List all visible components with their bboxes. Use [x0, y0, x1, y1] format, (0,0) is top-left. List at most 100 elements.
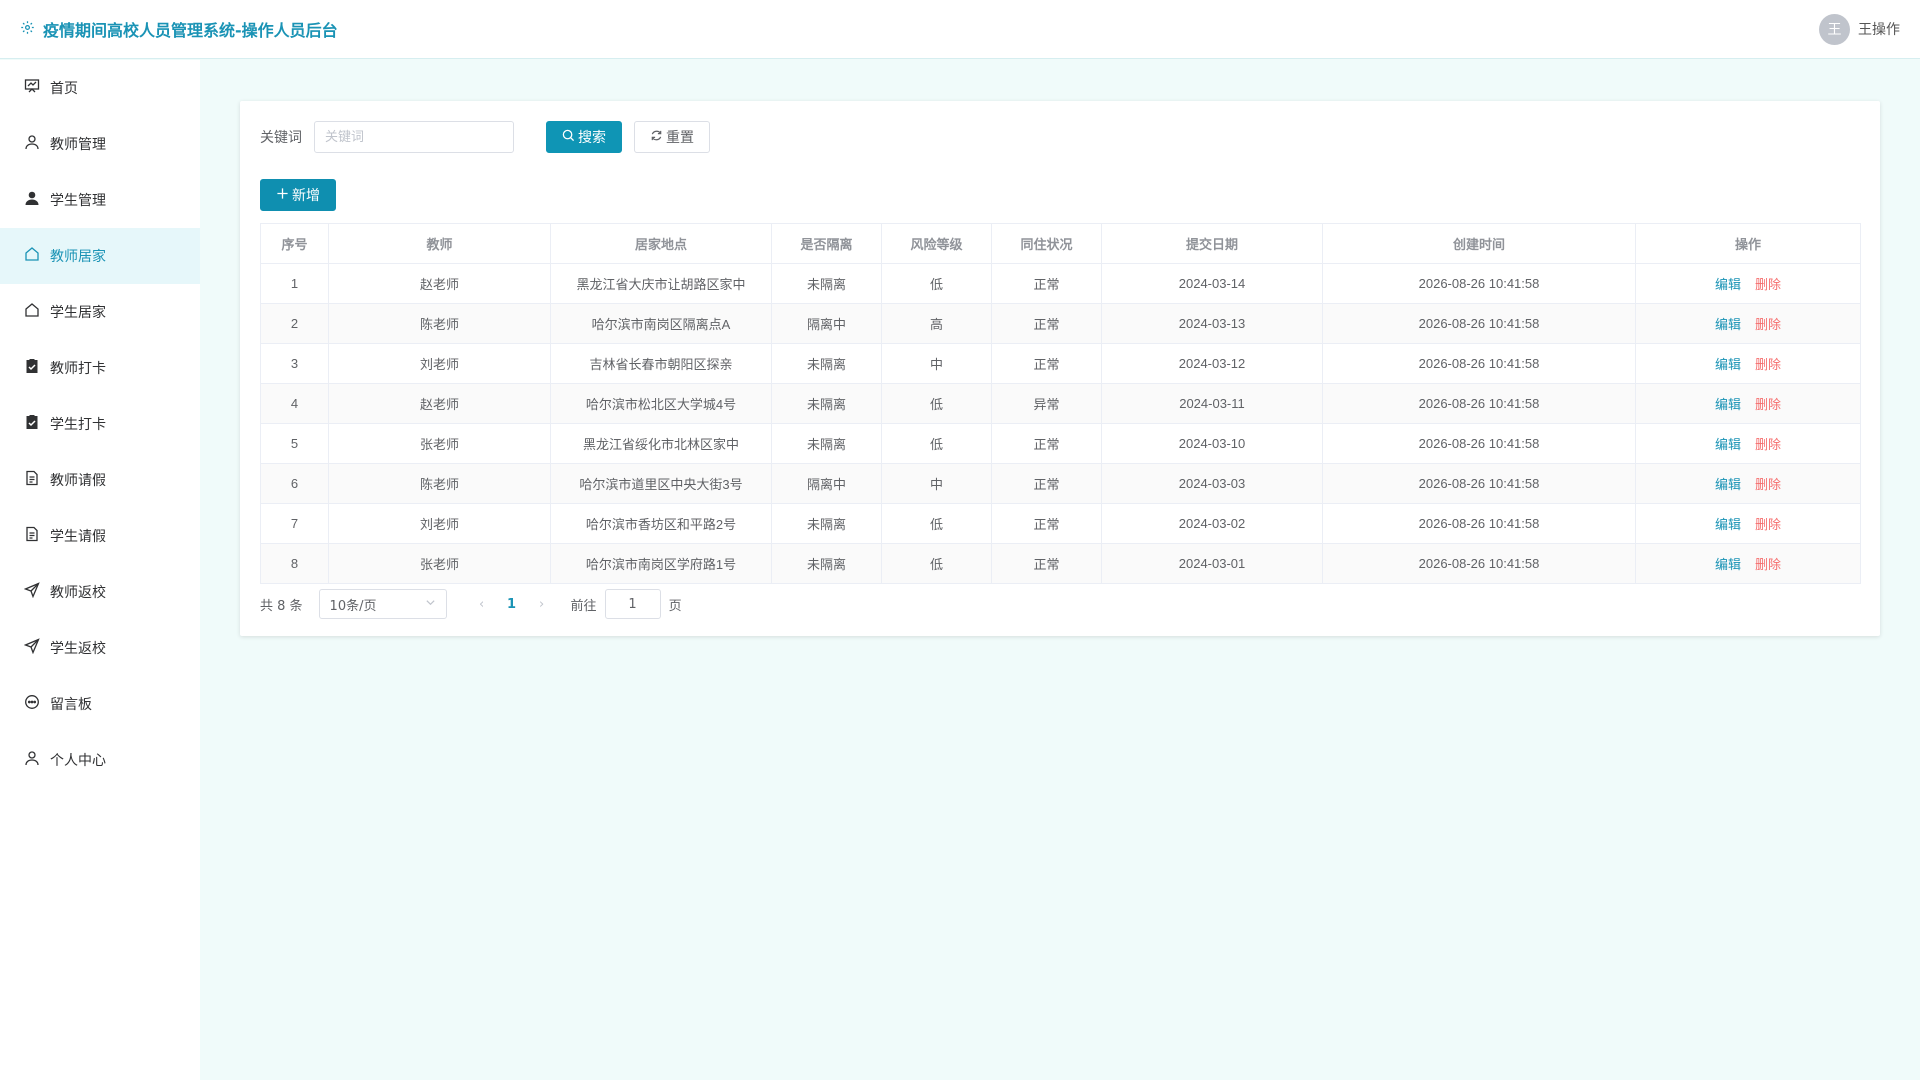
delete-link[interactable]: 删除: [1755, 557, 1781, 572]
cell-risk: 低: [881, 503, 992, 544]
content-card: 关键词 搜索 重置 新增 序号 教师 居家地点: [240, 101, 1880, 636]
cell-teacher: 陈老师: [328, 303, 551, 344]
cell-cohabit: 正常: [991, 503, 1102, 544]
sidebar: 首页 教师管理 学生管理 教师居家 学生居家 教师打卡 学生打卡 教师请假 学生…: [0, 60, 200, 1080]
page-number[interactable]: 1: [497, 597, 527, 612]
column-header[interactable]: 创建时间: [1322, 223, 1636, 264]
send-icon: [23, 638, 40, 658]
cell-index: 1: [260, 263, 329, 304]
cell-isolation: 未隔离: [771, 543, 882, 584]
edit-link[interactable]: 编辑: [1715, 357, 1741, 372]
username[interactable]: 王操作: [1858, 19, 1900, 39]
delete-link[interactable]: 删除: [1755, 317, 1781, 332]
next-page-button[interactable]: ›: [527, 597, 557, 612]
sidebar-item-home[interactable]: 首页: [0, 60, 200, 116]
column-header[interactable]: 教师: [328, 223, 551, 264]
sidebar-item-student-leave[interactable]: 学生请假: [0, 508, 200, 564]
cell-actions: 编辑 删除: [1635, 503, 1861, 544]
column-header[interactable]: 序号: [260, 223, 329, 264]
sidebar-item-label: 学生管理: [50, 193, 106, 209]
sidebar-item-label: 个人中心: [50, 753, 106, 769]
edit-link[interactable]: 编辑: [1715, 277, 1741, 292]
sidebar-item-teacher-return[interactable]: 教师返校: [0, 564, 200, 620]
search-button[interactable]: 搜索: [546, 121, 622, 153]
sidebar-item-teacher-leave[interactable]: 教师请假: [0, 452, 200, 508]
table-row: 2 陈老师 哈尔滨市南岗区隔离点A 隔离中 高 正常 2024-03-13 20…: [260, 303, 1861, 344]
prev-page-button[interactable]: ‹: [467, 597, 497, 612]
cell-actions: 编辑 删除: [1635, 383, 1861, 424]
cell-created: 2026-08-26 10:41:58: [1322, 423, 1636, 464]
cell-submit-date: 2024-03-14: [1101, 263, 1323, 304]
column-header[interactable]: 居家地点: [550, 223, 772, 264]
cell-cohabit: 异常: [991, 383, 1102, 424]
page-size-value: 10条/页: [329, 598, 377, 614]
avatar[interactable]: 王: [1819, 13, 1850, 45]
top-header: 疫情期间高校人员管理系统-操作人员后台 王 王操作: [0, 0, 1920, 59]
total-count: 共 8 条: [260, 598, 303, 614]
cell-index: 2: [260, 303, 329, 344]
delete-link[interactable]: 删除: [1755, 277, 1781, 292]
cell-actions: 编辑 删除: [1635, 303, 1861, 344]
cell-created: 2026-08-26 10:41:58: [1322, 263, 1636, 304]
chat-icon: [24, 694, 40, 714]
edit-link[interactable]: 编辑: [1715, 437, 1741, 452]
cell-teacher: 刘老师: [328, 343, 551, 384]
sidebar-item-student-home[interactable]: 学生居家: [0, 284, 200, 340]
cell-risk: 低: [881, 263, 992, 304]
user-menu[interactable]: 王 王操作: [1819, 13, 1900, 45]
sidebar-item-message-board[interactable]: 留言板: [0, 676, 200, 732]
edit-link[interactable]: 编辑: [1715, 557, 1741, 572]
add-button[interactable]: 新增: [260, 179, 336, 211]
goto-page-input[interactable]: [604, 589, 661, 619]
plus-icon: [276, 187, 289, 204]
cell-submit-date: 2024-03-10: [1101, 423, 1323, 464]
edit-link[interactable]: 编辑: [1715, 317, 1741, 332]
delete-link[interactable]: 删除: [1755, 397, 1781, 412]
sidebar-item-label: 教师请假: [50, 473, 106, 489]
teacher-home-table: 序号 教师 居家地点 是否隔离 风险等级 同住状况 提交日期 创建时间 操作 1…: [260, 223, 1861, 584]
delete-link[interactable]: 删除: [1755, 357, 1781, 372]
column-header[interactable]: 是否隔离: [771, 223, 882, 264]
column-header[interactable]: 同住状况: [991, 223, 1102, 264]
sidebar-item-label: 学生打卡: [50, 417, 106, 433]
sidebar-item-teacher-home[interactable]: 教师居家: [0, 228, 200, 284]
cell-location: 哈尔滨市香坊区和平路2号: [550, 503, 772, 544]
cell-created: 2026-08-26 10:41:58: [1322, 543, 1636, 584]
sidebar-item-student-management[interactable]: 学生管理: [0, 172, 200, 228]
edit-link[interactable]: 编辑: [1715, 477, 1741, 492]
cell-teacher: 赵老师: [328, 263, 551, 304]
sidebar-item-student-checkin[interactable]: 学生打卡: [0, 396, 200, 452]
delete-link[interactable]: 删除: [1755, 437, 1781, 452]
keyword-label: 关键词: [260, 130, 302, 146]
reset-button[interactable]: 重置: [634, 121, 710, 153]
sidebar-item-personal-center[interactable]: 个人中心: [0, 732, 200, 788]
cell-index: 3: [260, 343, 329, 384]
send-icon: [23, 582, 40, 602]
sidebar-item-student-return[interactable]: 学生返校: [0, 620, 200, 676]
cell-actions: 编辑 删除: [1635, 543, 1861, 584]
main-content: 关键词 搜索 重置 新增 序号 教师 居家地点: [200, 60, 1920, 1080]
cell-risk: 中: [881, 463, 992, 504]
cell-isolation: 隔离中: [771, 463, 882, 504]
cell-risk: 低: [881, 383, 992, 424]
chevron-down-icon: [425, 597, 436, 612]
sidebar-item-label: 教师居家: [50, 249, 106, 265]
delete-link[interactable]: 删除: [1755, 517, 1781, 532]
column-header[interactable]: 提交日期: [1101, 223, 1323, 264]
cell-cohabit: 正常: [991, 303, 1102, 344]
edit-link[interactable]: 编辑: [1715, 397, 1741, 412]
house-icon: [24, 246, 40, 266]
search-button-label: 搜索: [578, 130, 606, 146]
page-size-select[interactable]: 10条/页: [318, 589, 447, 619]
cell-actions: 编辑 删除: [1635, 343, 1861, 384]
keyword-input[interactable]: [314, 121, 514, 153]
cell-teacher: 刘老师: [328, 503, 551, 544]
cell-risk: 低: [881, 543, 992, 584]
edit-link[interactable]: 编辑: [1715, 517, 1741, 532]
sidebar-item-teacher-management[interactable]: 教师管理: [0, 116, 200, 172]
sidebar-item-teacher-checkin[interactable]: 教师打卡: [0, 340, 200, 396]
pagination: 共 8 条 10条/页 ‹ 1 › 前往 页: [260, 584, 1860, 624]
house-icon: [24, 302, 40, 322]
delete-link[interactable]: 删除: [1755, 477, 1781, 492]
column-header[interactable]: 风险等级: [881, 223, 992, 264]
